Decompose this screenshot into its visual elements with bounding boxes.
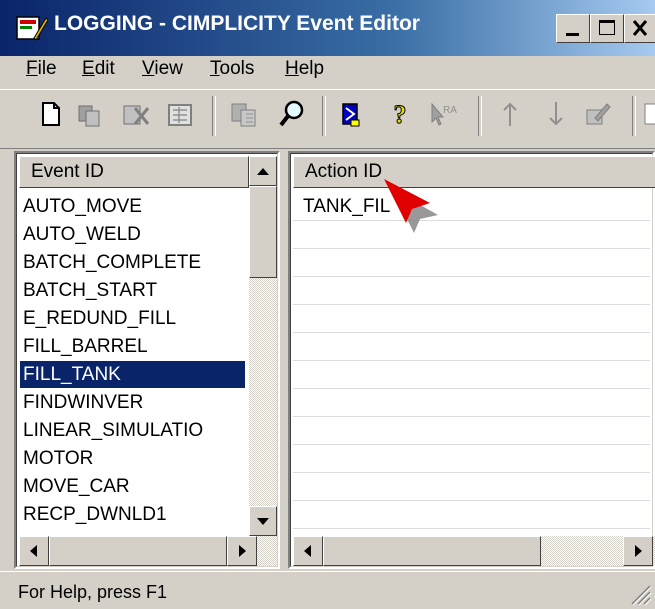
title-bar[interactable]: LOGGING - CIMPLICITY Event Editor (0, 0, 655, 56)
menu-view[interactable]: View (142, 58, 183, 80)
minimize-icon (566, 33, 579, 36)
event-list-item[interactable]: E_REDUND_FILL (20, 305, 245, 332)
grid-line (293, 304, 650, 305)
grid-line (293, 248, 650, 249)
toolbar-overflow-icon[interactable] (642, 98, 655, 130)
scroll-up-button[interactable] (249, 156, 277, 186)
menu-help-label: elp (298, 58, 325, 79)
menu-tools-label: ools (219, 58, 255, 79)
svg-text:?: ? (394, 100, 407, 129)
menu-help-mnemonic: H (285, 58, 299, 79)
event-list-item[interactable]: BATCH_START (20, 277, 245, 304)
toolbar-separator (212, 96, 216, 136)
toolbar-separator (478, 96, 482, 136)
event-list-pane: Event ID AUTO_MOVE AUTO_WELD BATCH_COMPLET… (14, 151, 280, 569)
grid-line (293, 444, 650, 445)
scroll-right-button[interactable] (623, 536, 653, 566)
menu-tools[interactable]: Tools (210, 58, 254, 80)
menu-file-label: ile (37, 58, 57, 79)
menu-tools-mnemonic: T (210, 58, 220, 79)
event-list-item[interactable]: FILL_BARREL (20, 333, 245, 360)
scroll-down-button[interactable] (249, 506, 277, 536)
arrow-left-icon (304, 545, 311, 557)
arrow-left-icon (30, 545, 37, 557)
help-icon[interactable]: ? (385, 98, 415, 130)
scroll-left-button[interactable] (293, 536, 323, 566)
toolbar-separator (632, 96, 636, 136)
close-icon (632, 20, 648, 36)
scroll-left-button[interactable] (19, 536, 49, 566)
toolbar-separator (322, 96, 326, 136)
maximize-button[interactable] (590, 14, 624, 43)
grid-line (293, 500, 650, 501)
arrow-right-icon (635, 545, 642, 557)
grid-line (293, 276, 650, 277)
event-list-item[interactable]: RECP_DWNLD1 (20, 501, 245, 528)
event-list-item[interactable]: MOTOR (20, 445, 245, 472)
find-icon[interactable] (277, 98, 307, 130)
arrow-up-icon (257, 168, 269, 175)
event-id-column-header[interactable]: Event ID (19, 156, 249, 188)
event-list-item[interactable]: LINEAR_SIMULATIO (20, 417, 245, 444)
event-list-item[interactable]: AUTO_WELD (20, 221, 245, 248)
move-up-icon[interactable] (495, 98, 525, 130)
red-arrow-cursor-icon (384, 179, 438, 233)
event-editor-window: LOGGING - CIMPLICITY Event Editor File E… (0, 0, 655, 609)
grid-line (293, 220, 650, 221)
close-button[interactable] (624, 14, 655, 43)
menu-file[interactable]: File (26, 58, 57, 80)
grid-line (293, 360, 650, 361)
window-title: LOGGING - CIMPLICITY Event Editor (54, 12, 420, 35)
event-list-item[interactable]: FILL_TANK (20, 361, 245, 388)
grid-line (293, 528, 650, 529)
copy-icon[interactable] (75, 98, 105, 130)
event-list-vscroll-thumb[interactable] (249, 186, 277, 278)
action-list-hscroll-thumb[interactable] (323, 536, 541, 566)
menu-view-mnemonic: V (142, 58, 155, 79)
scroll-right-button[interactable] (227, 536, 257, 566)
action-id-column-header[interactable]: Action ID (293, 156, 655, 188)
new-icon[interactable] (36, 98, 66, 130)
action-list-item[interactable]: TANK_FIL (300, 193, 643, 220)
svg-text:RA: RA (443, 105, 457, 116)
grid-line (293, 416, 650, 417)
properties-icon[interactable] (165, 98, 195, 130)
arrow-right-icon (239, 545, 246, 557)
help-pointer-icon[interactable]: RA (428, 98, 458, 130)
event-list-hscroll-thumb[interactable] (49, 536, 227, 566)
duplicate-icon[interactable] (229, 98, 259, 130)
menu-edit-label: dit (94, 58, 115, 79)
grid-line (293, 388, 650, 389)
event-list-item[interactable]: FINDWINVER (20, 389, 245, 416)
menu-file-mnemonic: F (26, 58, 38, 79)
event-list-item[interactable]: AUTO_MOVE (20, 193, 245, 220)
menu-help[interactable]: Help (285, 58, 324, 80)
minimize-button[interactable] (556, 14, 590, 43)
move-down-icon[interactable] (541, 98, 571, 130)
menu-edit-mnemonic: E (82, 58, 95, 79)
edit-icon[interactable] (583, 98, 613, 130)
grid-line (293, 332, 650, 333)
menu-edit[interactable]: Edit (82, 58, 115, 80)
status-text: For Help, press F1 (18, 582, 168, 602)
maximize-icon (599, 20, 615, 35)
delete-icon[interactable] (121, 98, 151, 130)
menu-view-label: iew (154, 58, 183, 79)
resize-grip-icon[interactable] (628, 582, 652, 606)
app-icon[interactable] (16, 14, 48, 42)
point-icon[interactable] (336, 98, 366, 130)
event-list-item[interactable]: MOVE_CAR (20, 473, 245, 500)
grid-line (293, 472, 650, 473)
event-list-item[interactable]: BATCH_COMPLETE (20, 249, 245, 276)
action-list-pane: Action ID TANK_FIL (288, 151, 655, 569)
arrow-down-icon (257, 518, 269, 525)
